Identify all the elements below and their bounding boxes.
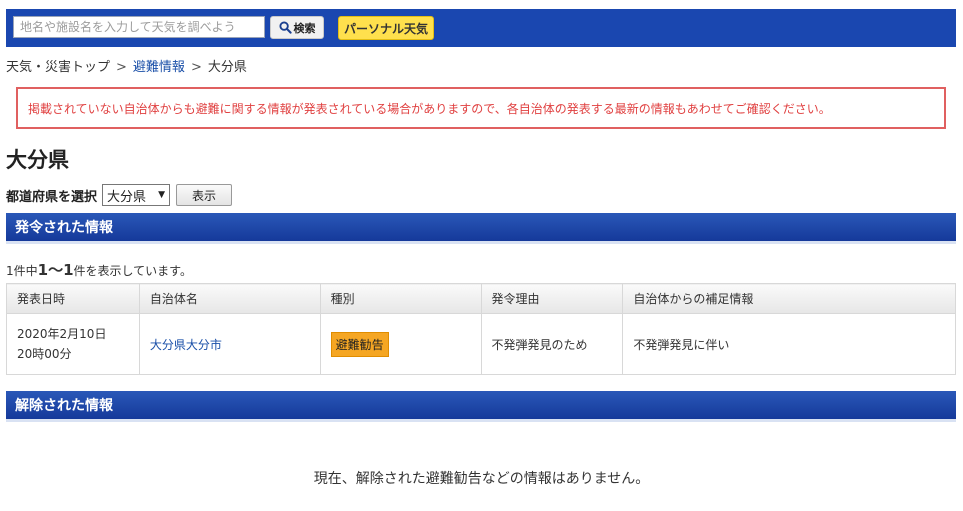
show-button[interactable]: 表示 — [176, 184, 233, 206]
search-icon — [278, 21, 292, 34]
time-line: 20時00分 — [17, 347, 72, 361]
cell-supplement: 不発弾発見に伴い — [622, 313, 956, 375]
prefecture-label: 都道府県を選択 — [6, 189, 98, 205]
breadcrumb-separator: > — [116, 60, 127, 75]
column-header-municipality: 自治体名 — [138, 283, 321, 314]
prefecture-select[interactable]: 大分県 ▼ — [102, 184, 171, 206]
count-suffix: 件を表示しています。 — [73, 264, 192, 278]
issued-section-header: 発令された情報 — [6, 213, 956, 244]
personal-weather-button[interactable]: パーソナル天気 — [338, 16, 434, 40]
prefecture-selected-value: 大分県 — [107, 189, 147, 205]
breadcrumb-top-link[interactable]: 天気・災害トップ — [6, 60, 110, 75]
column-header-type: 種別 — [319, 283, 482, 314]
breadcrumb-evacuation-link[interactable]: 避難情報 — [133, 60, 185, 75]
search-input[interactable] — [13, 16, 265, 38]
breadcrumb-separator: > — [190, 60, 202, 75]
chevron-down-icon: ▼ — [158, 190, 166, 200]
notice-box: 掲載されていない自治体からも避難に関する情報が発表されている場合がありますので、… — [16, 87, 946, 129]
search-button-label: 検索 — [293, 21, 316, 35]
lifted-empty-message: 現在、解除された避難勧告などの情報はありません。 — [313, 471, 650, 487]
table-row: 2020年2月10日 20時00分 大分県大分市 避難勧告 不発弾発見のため 不… — [6, 313, 956, 375]
cell-reason: 不発弾発見のため — [480, 313, 624, 375]
page-title: 大分県 — [6, 148, 69, 172]
type-badge: 避難勧告 — [330, 331, 389, 357]
municipality-link[interactable]: 大分県大分市 — [150, 338, 222, 352]
notice-text: 掲載されていない自治体からも避難に関する情報が発表されている場合がありますので、… — [28, 101, 831, 116]
issued-info-table: 発表日時 自治体名 種別 発令理由 自治体からの補足情報 2020年2月10日 … — [6, 283, 956, 375]
count-range: 1〜1 — [37, 261, 74, 279]
column-header-supplement: 自治体からの補足情報 — [622, 283, 956, 314]
count-prefix: 1件中 — [6, 264, 38, 278]
cell-type: 避難勧告 — [319, 313, 482, 375]
search-button[interactable]: 検索 — [270, 16, 324, 39]
cell-date: 2020年2月10日 20時00分 — [6, 313, 140, 375]
column-header-reason: 発令理由 — [480, 283, 624, 314]
breadcrumb-current: 大分県 — [207, 60, 247, 75]
prefecture-selector-row: 都道府県を選択 大分県 ▼ 表示 — [6, 183, 233, 207]
cell-municipality: 大分県大分市 — [138, 313, 321, 375]
breadcrumb: 天気・災害トップ > 避難情報 > 大分県 — [6, 56, 247, 75]
column-header-date: 発表日時 — [6, 283, 140, 314]
date-line: 2020年2月10日 — [17, 327, 107, 341]
table-header-row: 発表日時 自治体名 種別 発令理由 自治体からの補足情報 — [6, 283, 956, 314]
result-count: 1件中1〜1件を表示しています。 — [6, 259, 192, 280]
lifted-section-header: 解除された情報 — [6, 391, 956, 422]
top-search-bar: 検索 パーソナル天気 — [6, 9, 956, 47]
